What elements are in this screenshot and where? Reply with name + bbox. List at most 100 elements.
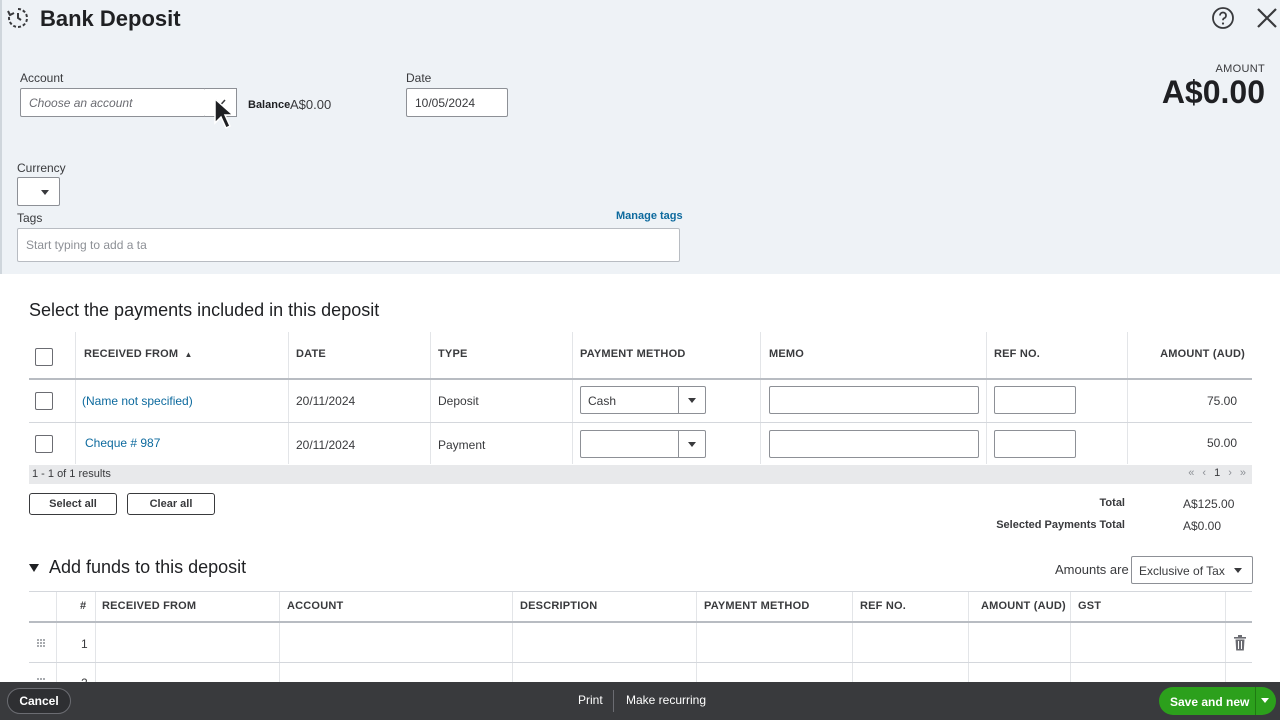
cancel-button[interactable]: Cancel (7, 688, 71, 714)
save-split-divider (1255, 687, 1256, 715)
date-label: Date (406, 71, 432, 85)
mouse-pointer-icon (214, 97, 235, 130)
column-divider (279, 592, 280, 682)
column-divider (986, 332, 987, 464)
last-page-button[interactable]: » (1240, 467, 1246, 479)
tags-input[interactable]: Start typing to add a ta (17, 228, 680, 262)
column-divider (760, 332, 761, 464)
column-header-received-from-label: RECEIVED FROM (84, 348, 179, 360)
amounts-are-select[interactable]: Exclusive of Tax (1131, 556, 1253, 584)
add-funds-title: Add funds to this deposit (49, 557, 247, 577)
total-value: A$125.00 (1183, 497, 1235, 511)
selected-total-label: Selected Payments Total (996, 519, 1125, 531)
add-funds-section-toggle[interactable]: Add funds to this deposit (29, 557, 246, 578)
header-panel: Bank Deposit Account Choose an account B… (0, 0, 1280, 274)
column-divider (288, 332, 289, 464)
manage-tags-link[interactable]: Manage tags (616, 210, 683, 222)
balance-value: A$0.00 (290, 97, 332, 112)
clear-all-button[interactable]: Clear all (127, 493, 215, 515)
column-divider (1070, 592, 1071, 682)
balance-label: Balance (248, 99, 291, 111)
column-divider (1225, 592, 1226, 682)
payments-section-title: Select the payments included in this dep… (29, 300, 380, 320)
caret-down-icon (41, 190, 49, 195)
caret-down-icon (688, 398, 696, 403)
trash-icon[interactable] (1233, 635, 1247, 651)
received-from-link[interactable]: (Name not specified) (82, 394, 193, 408)
select-divider (678, 431, 679, 457)
print-button[interactable]: Print (578, 693, 603, 707)
help-icon[interactable] (1211, 6, 1235, 30)
save-and-new-button[interactable]: Save and new (1159, 687, 1276, 715)
payment-method-select[interactable] (580, 430, 706, 458)
column-divider (56, 592, 57, 682)
currency-select[interactable] (17, 177, 60, 206)
column-header-memo[interactable]: MEMO (769, 348, 804, 360)
history-clock-icon (7, 8, 28, 28)
page-title: Bank Deposit (40, 6, 181, 31)
account-input[interactable]: Choose an account (20, 88, 206, 117)
payment-method-value: Cash (588, 394, 617, 408)
account-label: Account (20, 71, 64, 85)
column-header-payment-method[interactable]: PAYMENT METHOD (580, 348, 685, 360)
funds-column-gst: GST (1078, 600, 1102, 612)
row-date: 20/11/2024 (296, 394, 356, 408)
select-all-button[interactable]: Select all (29, 493, 117, 515)
amounts-are-value: Exclusive of Tax (1139, 564, 1225, 578)
pagination-bar: 1 - 1 of 1 results « ‹ 1 › » (29, 465, 1252, 484)
row-number: 1 (81, 637, 88, 651)
row-amount: 75.00 (1206, 394, 1237, 408)
column-divider (852, 592, 853, 682)
column-header-ref-no[interactable]: REF NO. (994, 348, 1040, 360)
select-divider (678, 387, 679, 413)
footer-bar: Cancel Print Make recurring Save and new (0, 682, 1280, 720)
funds-column-amount: AMOUNT (AUD) (981, 600, 1066, 612)
caret-down-icon (688, 442, 696, 447)
save-options-caret-icon[interactable] (1261, 698, 1269, 703)
funds-column-num: # (80, 600, 87, 612)
funds-column-account: ACCOUNT (287, 600, 344, 612)
ref-no-input[interactable] (994, 386, 1076, 414)
row-type: Payment (438, 438, 486, 452)
column-divider (572, 332, 573, 464)
funds-column-ref-no: REF NO. (860, 600, 907, 612)
column-divider (430, 332, 431, 464)
tags-label: Tags (17, 211, 43, 225)
row-divider (29, 662, 1252, 663)
ref-no-input[interactable] (994, 430, 1076, 458)
memo-input[interactable] (769, 386, 979, 414)
date-value: 10/05/2024 (415, 95, 476, 110)
first-page-button[interactable]: « (1188, 467, 1194, 479)
selected-total-value: A$0.00 (1183, 519, 1222, 533)
column-header-type[interactable]: TYPE (438, 348, 468, 360)
column-header-received-from[interactable]: RECEIVED FROM ▲ (84, 348, 193, 360)
column-header-amount[interactable]: AMOUNT (AUD) (1160, 348, 1245, 360)
date-input[interactable]: 10/05/2024 (406, 88, 508, 117)
funds-column-payment-method: PAYMENT METHOD (704, 600, 810, 612)
prev-page-button[interactable]: ‹ (1202, 467, 1206, 479)
funds-column-received-from: RECEIVED FROM (102, 600, 197, 612)
drag-handle-icon[interactable] (36, 638, 46, 648)
make-recurring-button[interactable]: Make recurring (626, 693, 706, 707)
footer-divider (613, 690, 614, 712)
row-checkbox[interactable] (35, 435, 53, 453)
current-page: 1 (1214, 467, 1221, 479)
memo-input[interactable] (769, 430, 979, 458)
row-date: 20/11/2024 (296, 438, 356, 452)
collapse-caret-icon (29, 564, 39, 573)
funds-header-divider (29, 621, 1252, 623)
received-from-link[interactable]: Cheque # 987 (85, 436, 160, 450)
row-checkbox[interactable] (35, 392, 53, 410)
amount-value: A$0.00 (1161, 74, 1265, 110)
column-divider (1127, 332, 1128, 464)
row-type: Deposit (438, 394, 479, 408)
column-header-date[interactable]: DATE (296, 348, 326, 360)
caret-down-icon (1234, 568, 1242, 573)
select-all-checkbox[interactable] (35, 348, 53, 366)
funds-table-top-border (29, 591, 1252, 592)
next-page-button[interactable]: › (1228, 467, 1232, 479)
close-icon[interactable] (1255, 6, 1279, 30)
column-divider (696, 592, 697, 682)
payment-method-select[interactable]: Cash (580, 386, 706, 414)
column-divider (512, 592, 513, 682)
